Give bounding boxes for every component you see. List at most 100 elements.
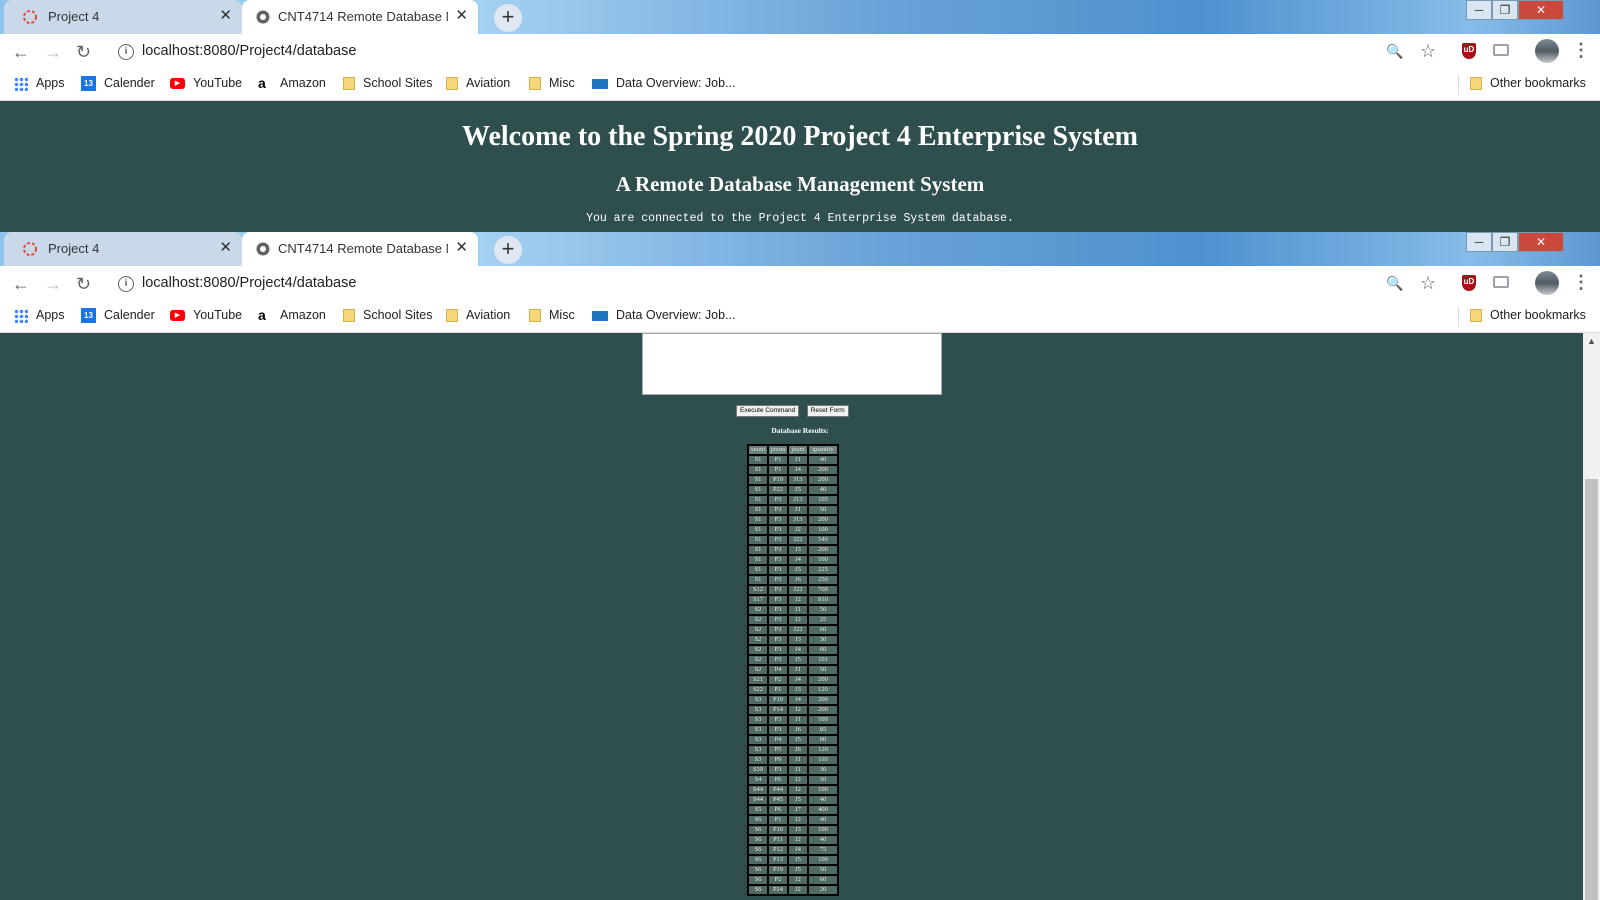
table-cell: J13	[788, 515, 808, 525]
table-cell: 60	[808, 875, 838, 885]
table-cell: 25	[808, 615, 838, 625]
tab-cnt4714[interactable]: CNT4714 Remote Database Man ✕	[242, 0, 478, 34]
zoom-icon[interactable]: 🔍	[1386, 273, 1403, 293]
bookmark-youtube[interactable]: ▶ YouTube	[170, 76, 242, 90]
table-row: S5 P6 J7 400	[748, 805, 838, 815]
table-cell: J1	[788, 665, 808, 675]
bookmark-misc[interactable]: Misc	[529, 76, 575, 91]
bookmark-other[interactable]: Other bookmarks	[1470, 76, 1586, 91]
sql-command-textarea[interactable]	[642, 333, 942, 395]
profile-avatar[interactable]	[1535, 39, 1559, 63]
bookmark-amazon[interactable]: a Amazon	[258, 76, 326, 91]
table-cell: P3	[768, 565, 788, 575]
address-bar[interactable]: localhost:8080/Project4/database	[142, 275, 356, 291]
table-cell: S17	[748, 595, 768, 605]
close-window-button[interactable]: ✕	[1518, 232, 1564, 252]
restore-button[interactable]: ❐	[1492, 232, 1518, 252]
close-tab-icon[interactable]: ✕	[455, 7, 468, 25]
page-scrollbar[interactable]: ▲	[1583, 333, 1600, 900]
table-cell: P2	[768, 875, 788, 885]
bookmark-misc[interactable]: Misc	[529, 308, 575, 323]
cast-extension-icon[interactable]	[1493, 276, 1509, 288]
bookmark-calender[interactable]: 13 Calender	[81, 308, 155, 324]
bookmark-data-overview[interactable]: Data Overview: Job...	[592, 76, 736, 90]
forward-arrow-icon[interactable]: →	[44, 274, 62, 294]
ublock-extension-icon[interactable]: uD	[1462, 275, 1476, 291]
table-cell: S2	[748, 615, 768, 625]
table-row: S1 P3 J1 50	[748, 505, 838, 515]
address-bar[interactable]: localhost:8080/Project4/database	[142, 43, 356, 59]
page-content: Execute Command Reset Form Database Resu…	[0, 333, 1600, 900]
bookmark-apps[interactable]: Apps	[14, 308, 65, 323]
back-arrow-icon[interactable]: ←	[12, 274, 30, 294]
cast-extension-icon[interactable]	[1493, 44, 1509, 56]
reload-icon[interactable]: ↻	[76, 274, 91, 294]
new-tab-button[interactable]: +	[494, 236, 522, 264]
tab-cnt4714[interactable]: CNT4714 Remote Database Man ✕	[242, 232, 478, 266]
bookmark-data-overview[interactable]: Data Overview: Job...	[592, 308, 736, 322]
bookmark-aviation[interactable]: Aviation	[446, 76, 510, 91]
table-cell: J3	[788, 545, 808, 555]
new-tab-button[interactable]: +	[494, 4, 522, 32]
tab-project-4[interactable]: Project 4 ✕	[4, 232, 242, 266]
table-cell: J5	[788, 565, 808, 575]
bookmark-apps[interactable]: Apps	[14, 76, 65, 91]
browser-menu-icon[interactable]: ⋮	[1572, 40, 1590, 61]
close-window-button[interactable]: ✕	[1518, 0, 1564, 20]
table-cell: 30	[808, 635, 838, 645]
back-arrow-icon[interactable]: ←	[12, 42, 30, 62]
close-tab-icon[interactable]: ✕	[219, 7, 232, 25]
table-cell: 109	[808, 715, 838, 725]
results-table: snum pnum jnum quantity S1 P1 J1 40 S1 P1 J4 200 S1 P…	[747, 444, 839, 896]
apps-grid-icon	[14, 76, 28, 91]
table-cell: P19	[768, 475, 788, 485]
site-info-icon[interactable]: i	[118, 44, 134, 60]
table-row: S44 P44 J2 100	[748, 785, 838, 795]
table-cell: P45	[768, 795, 788, 805]
site-info-icon[interactable]: i	[118, 276, 134, 292]
table-row: S6 P24 J2 20	[748, 885, 838, 895]
bookmark-star-icon[interactable]: ☆	[1420, 41, 1436, 61]
bookmark-amazon[interactable]: a Amazon	[258, 308, 326, 323]
execute-command-button[interactable]: Execute Command	[736, 405, 800, 417]
browser-menu-icon[interactable]: ⋮	[1572, 272, 1590, 293]
scroll-up-arrow-icon[interactable]: ▲	[1583, 333, 1600, 350]
profile-avatar[interactable]	[1535, 271, 1559, 295]
table-cell: J5	[788, 735, 808, 745]
bookmarks-divider	[1458, 307, 1459, 327]
table-cell: J4	[788, 845, 808, 855]
tab-project-4[interactable]: Project 4 ✕	[4, 0, 242, 34]
table-cell: P3	[768, 605, 788, 615]
bookmark-school-sites[interactable]: School Sites	[343, 308, 432, 323]
close-tab-icon[interactable]: ✕	[455, 239, 468, 257]
table-cell: 200	[808, 515, 838, 525]
sap-icon	[592, 78, 608, 89]
table-cell: J2	[788, 785, 808, 795]
forward-arrow-icon[interactable]: →	[44, 42, 62, 62]
bookmark-school-sites[interactable]: School Sites	[343, 76, 432, 91]
bookmarks-divider	[1458, 75, 1459, 95]
restore-button[interactable]: ❐	[1492, 0, 1518, 20]
bookmark-other[interactable]: Other bookmarks	[1470, 308, 1586, 323]
table-row: S17 P3 J2 810	[748, 595, 838, 605]
minimize-button[interactable]: ─	[1466, 232, 1492, 252]
ublock-extension-icon[interactable]: uD	[1462, 43, 1476, 59]
minimize-button[interactable]: ─	[1466, 0, 1492, 20]
scrollbar-thumb[interactable]	[1585, 479, 1598, 900]
table-cell: 760	[808, 585, 838, 595]
table-row: S1 P3 J6 250	[748, 575, 838, 585]
bookmark-calender[interactable]: 13 Calender	[81, 76, 155, 92]
table-cell: 40	[808, 795, 838, 805]
zoom-icon[interactable]: 🔍	[1386, 41, 1403, 61]
bookmark-star-icon[interactable]: ☆	[1420, 273, 1436, 293]
tab-strip: Project 4 ✕ CNT4714 Remote Database Man …	[0, 232, 1600, 266]
table-cell: P3	[768, 625, 788, 635]
table-cell: S6	[748, 825, 768, 835]
close-tab-icon[interactable]: ✕	[219, 239, 232, 257]
reload-icon[interactable]: ↻	[76, 42, 91, 62]
reset-form-button[interactable]: Reset Form	[806, 405, 849, 417]
bookmark-aviation[interactable]: Aviation	[446, 308, 510, 323]
bookmark-youtube[interactable]: ▶ YouTube	[170, 308, 242, 322]
table-cell: J22	[788, 585, 808, 595]
loading-spinner-icon	[23, 10, 37, 24]
